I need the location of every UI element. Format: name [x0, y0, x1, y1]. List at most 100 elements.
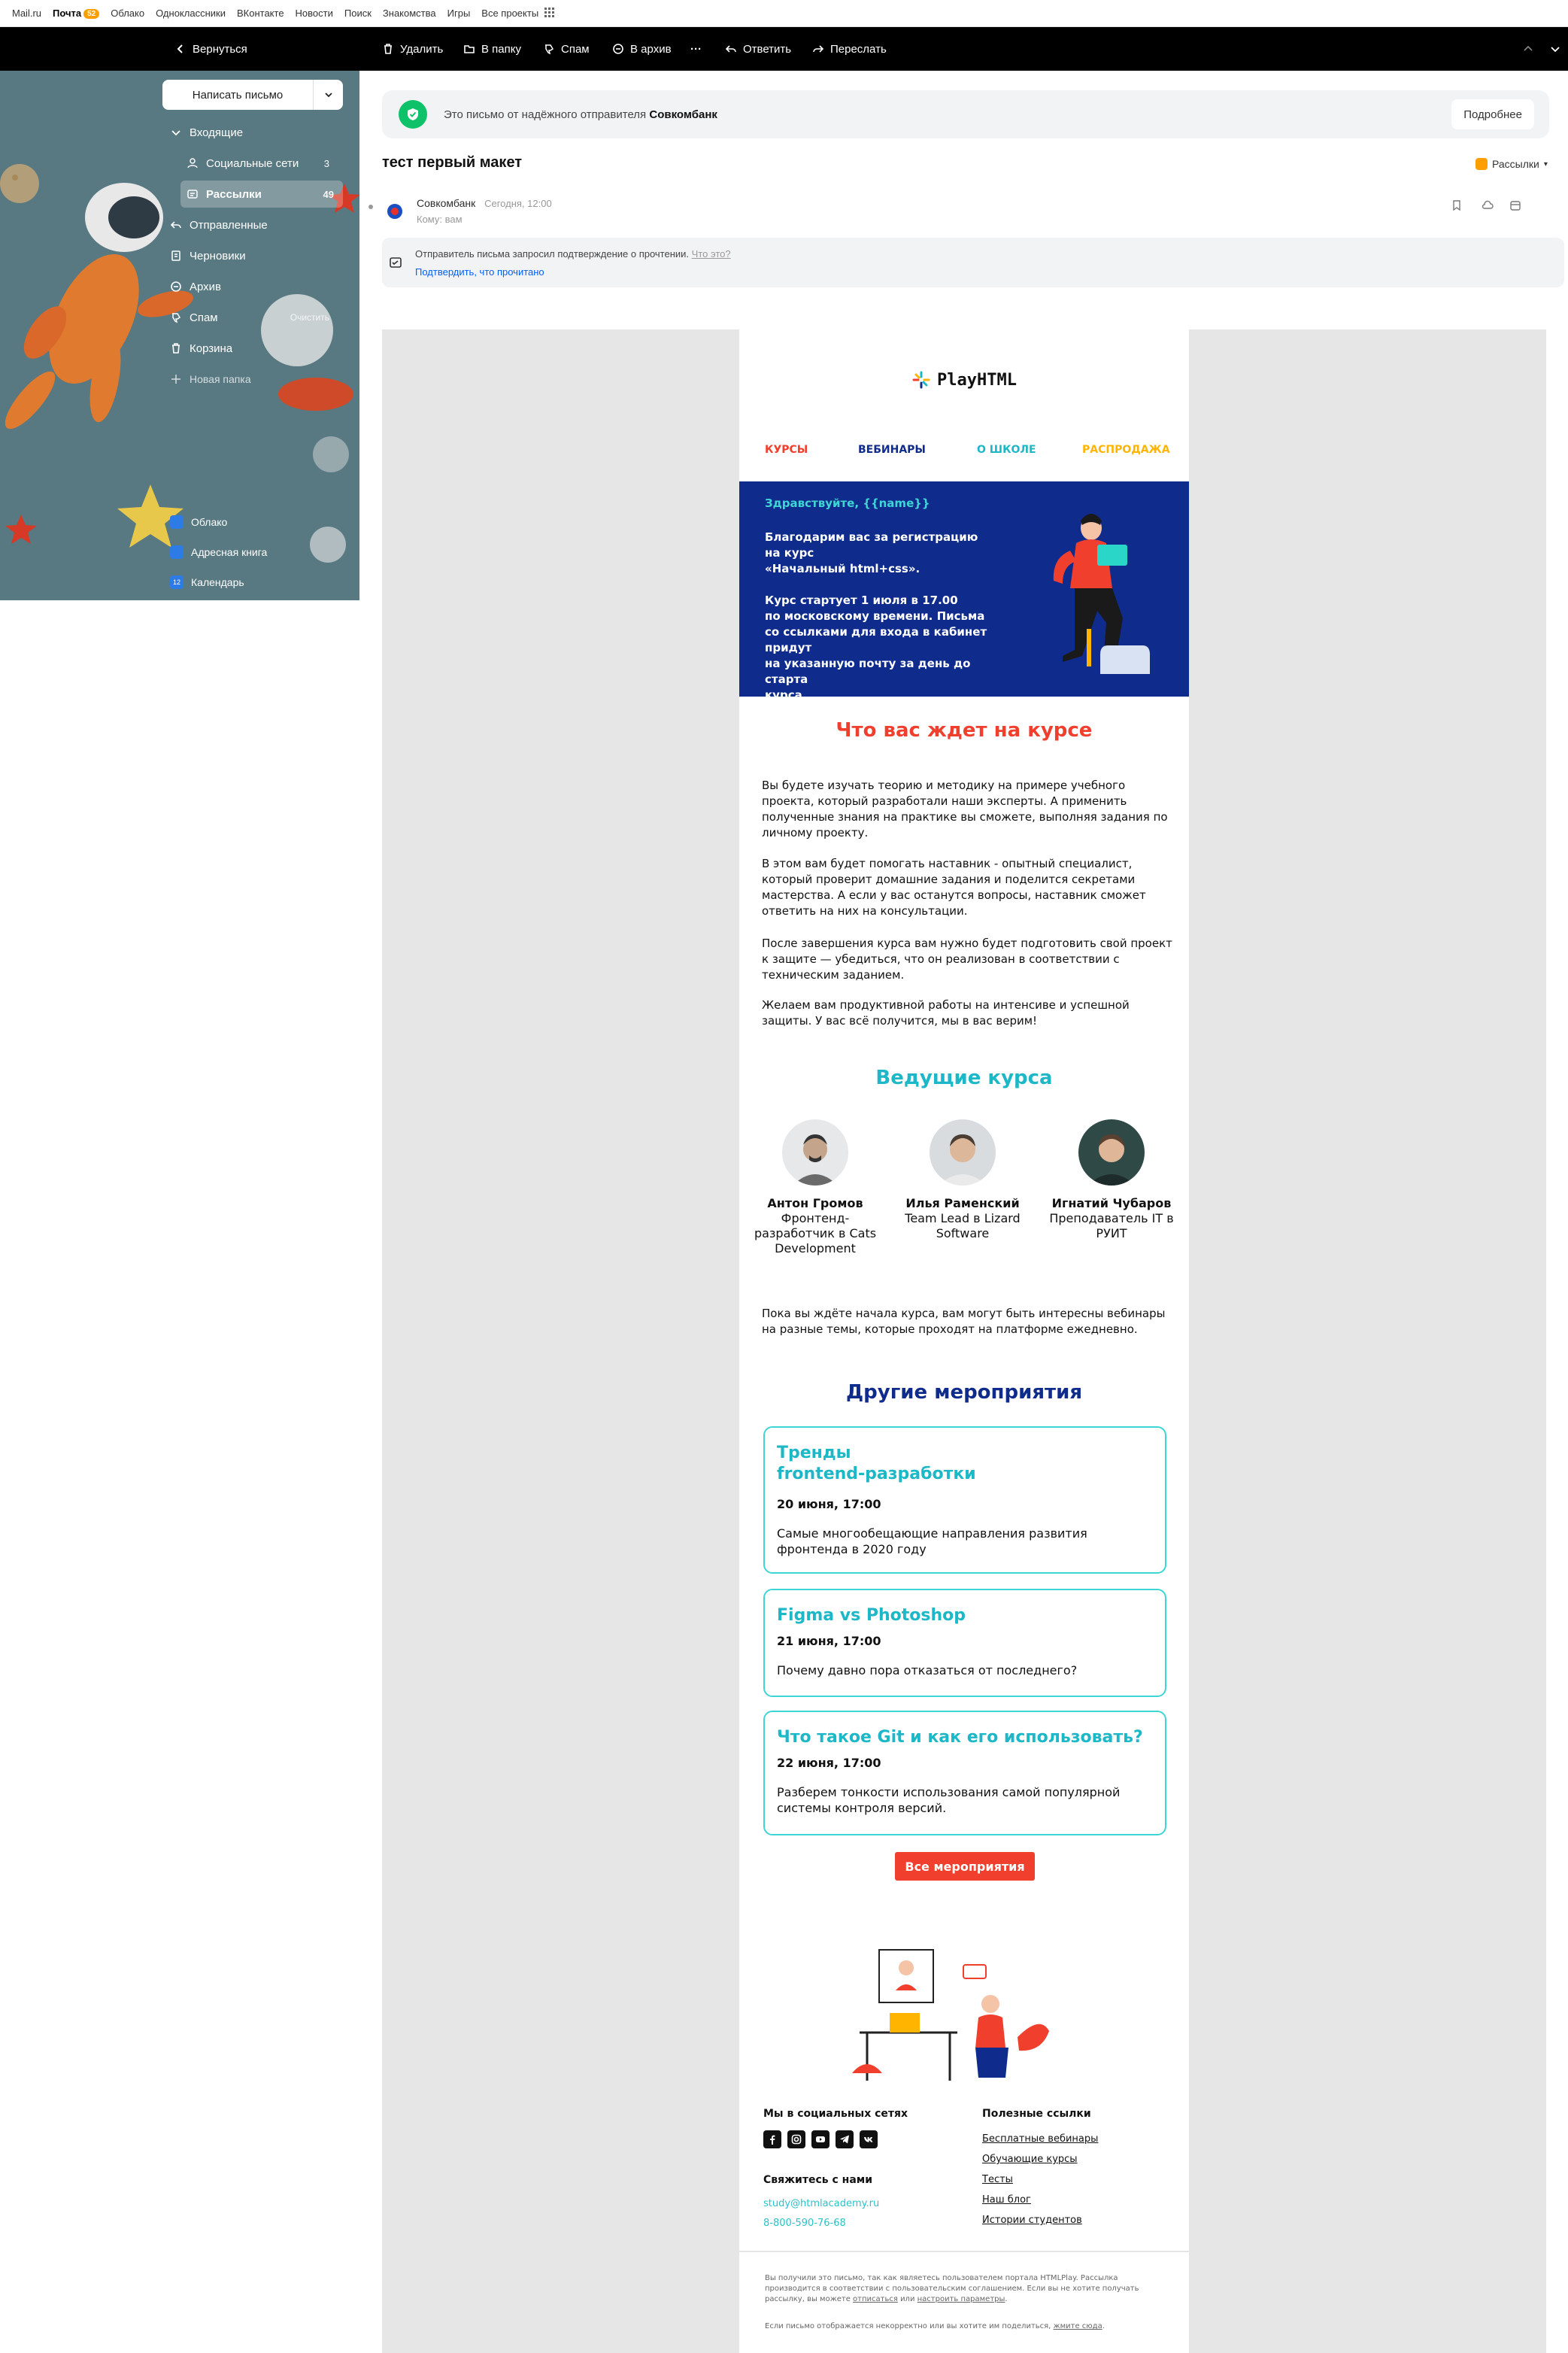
newsletter-icon: [1475, 158, 1488, 170]
email-nav-about[interactable]: О ШКОЛЕ: [977, 444, 1036, 456]
folder-inbox[interactable]: Входящие: [170, 119, 343, 146]
confirm-read-link[interactable]: Подтвердить, что прочитано: [415, 266, 544, 278]
move-to-folder-button[interactable]: В папку: [463, 27, 521, 71]
teacher-photo[interactable]: [1078, 1119, 1145, 1186]
spark-logo-icon: [912, 371, 930, 389]
chevron-down-icon: [1551, 47, 1560, 53]
bookmark-icon[interactable]: [1451, 200, 1462, 211]
settings-link[interactable]: настроить параметры: [917, 2295, 1005, 2303]
more-button[interactable]: ···: [690, 27, 702, 71]
portal-link-all[interactable]: Все проекты: [481, 8, 555, 19]
what-is-this-link[interactable]: Что это?: [692, 248, 731, 260]
new-folder-label: Новая папка: [190, 373, 251, 385]
folder-trash[interactable]: Корзина: [170, 335, 343, 362]
youtube-icon[interactable]: [811, 2130, 829, 2148]
letter-date: Сегодня, 12:00: [484, 198, 552, 209]
folder-count: 3: [323, 157, 329, 169]
portal-link-vk[interactable]: ВКонтакте: [237, 8, 284, 19]
read-receipt-banner: Отправитель письма запросил подтверждени…: [382, 238, 1564, 287]
email-logo[interactable]: PlayHTML: [739, 370, 1189, 390]
portal-link-mailru[interactable]: Mail.ru: [12, 8, 41, 19]
new-folder-button[interactable]: Новая папка: [170, 366, 343, 393]
facebook-icon[interactable]: [763, 2130, 781, 2148]
social-title: Мы в социальных сетях: [763, 2108, 908, 2120]
draft-icon: [171, 250, 180, 261]
all-events-button[interactable]: Все мероприятия: [895, 1852, 1035, 1881]
app-calendar[interactable]: 12 Календарь: [170, 569, 343, 596]
portal-link-cloud[interactable]: Облако: [111, 8, 144, 19]
footer-link-courses[interactable]: Обучающие курсы: [982, 2154, 1078, 2165]
sender-avatar[interactable]: [387, 203, 403, 220]
archive-button[interactable]: В архив: [612, 27, 672, 71]
clear-spam-link[interactable]: Очистить: [290, 312, 329, 323]
reply-button[interactable]: Ответить: [725, 27, 791, 71]
email-nav-courses[interactable]: КУРСЫ: [765, 444, 808, 456]
cloud-save-icon[interactable]: [1482, 200, 1494, 211]
email-nav-webinars[interactable]: ВЕБИНАРЫ: [858, 444, 926, 456]
event-title: Что такое Git и как его использовать?: [777, 1728, 1143, 1747]
trash-icon: [172, 343, 180, 354]
course-paragraph-4: Желаем вам продуктивной работы на интенс…: [762, 998, 1130, 1028]
portal-link-search[interactable]: Поиск: [344, 8, 372, 19]
folder-label: Корзина: [190, 342, 233, 355]
shield-check-icon: [399, 100, 427, 129]
trusted-sender-notice: Это письмо от надёжного отправителя Совк…: [382, 90, 1549, 138]
email-nav-sale[interactable]: РАСПРОДАЖА: [1082, 444, 1170, 456]
telegram-icon[interactable]: [836, 2130, 854, 2148]
event-card[interactable]: Тренды frontend-разработки 20 июня, 17:0…: [763, 1426, 1166, 1574]
folder-newsletters[interactable]: Рассылки 49: [180, 181, 343, 208]
previous-letter-button[interactable]: [1522, 27, 1534, 71]
calendar-icon[interactable]: [1510, 200, 1521, 211]
sender-name[interactable]: Совкомбанк: [417, 197, 475, 209]
portal-link-games[interactable]: Игры: [447, 8, 471, 19]
chevron-down-icon: [171, 130, 180, 136]
folder-social[interactable]: Социальные сети 3: [187, 150, 343, 177]
footer-link-webinars[interactable]: Бесплатные вебинары: [982, 2133, 1098, 2145]
compose-button[interactable]: Написать письмо: [162, 80, 343, 110]
sent-icon: [170, 221, 181, 229]
view-online-link[interactable]: жмите сюда: [1054, 2322, 1102, 2330]
compose-dropdown[interactable]: [313, 80, 343, 110]
app-cloud[interactable]: Облако: [170, 509, 343, 536]
event-card[interactable]: Что такое Git и как его использовать? 22…: [763, 1711, 1166, 1835]
folder-sent[interactable]: Отправленные: [170, 211, 343, 238]
sender-line: Совкомбанк Сегодня, 12:00: [417, 197, 552, 209]
portal-link-dating[interactable]: Знакомства: [383, 8, 436, 19]
receipt-icon: [390, 257, 402, 268]
portal-link-ok[interactable]: Одноклассники: [156, 8, 226, 19]
footer-link-tests[interactable]: Тесты: [982, 2174, 1013, 2185]
unsubscribe-link[interactable]: отписаться: [853, 2295, 898, 2303]
folder-archive[interactable]: Архив: [170, 273, 343, 300]
app-contacts[interactable]: Адресная книга: [170, 539, 343, 566]
event-date: 22 июня, 17:00: [777, 1756, 881, 1770]
teacher-name: Илья Раменский: [905, 1196, 1020, 1210]
folder-label: Социальные сети: [206, 156, 299, 170]
portal-link-news[interactable]: Новости: [296, 8, 333, 19]
details-button[interactable]: Подробнее: [1451, 99, 1534, 129]
vk-icon[interactable]: [860, 2130, 878, 2148]
contact-phone-link[interactable]: 8-800-590-76-68: [763, 2218, 846, 2229]
teacher-photo[interactable]: [782, 1119, 848, 1186]
contact-title: Свяжитесь с нами: [763, 2174, 873, 2186]
delete-button[interactable]: Удалить: [382, 27, 443, 71]
next-letter-button[interactable]: [1549, 27, 1561, 71]
forward-label: Переслать: [830, 42, 887, 56]
spam-button[interactable]: Спам: [543, 27, 590, 71]
recipient-line: Кому: вам: [417, 214, 463, 225]
chevron-down-icon: [324, 93, 332, 98]
folder-spam[interactable]: Спам Очистить: [170, 304, 343, 331]
folder-drafts[interactable]: Черновики: [170, 242, 343, 269]
collapse-dot[interactable]: [368, 205, 373, 209]
footer-link-stories[interactable]: Истории студентов: [982, 2215, 1082, 2226]
portal-link-mail-label: Почта: [53, 8, 82, 19]
instagram-icon[interactable]: [787, 2130, 805, 2148]
event-card[interactable]: Figma vs Photoshop 21 июня, 17:00 Почему…: [763, 1589, 1166, 1697]
grid-icon: [544, 8, 554, 17]
contact-email-link[interactable]: study@htmlacademy.ru: [763, 2198, 879, 2209]
back-button[interactable]: Вернуться: [174, 27, 247, 71]
category-tag[interactable]: Рассылки ▾: [1475, 158, 1548, 170]
footer-link-blog[interactable]: Наш блог: [982, 2194, 1031, 2206]
teacher-photo[interactable]: [930, 1119, 996, 1186]
portal-link-mail[interactable]: Почта 52: [53, 8, 100, 19]
forward-button[interactable]: Переслать: [812, 27, 887, 71]
